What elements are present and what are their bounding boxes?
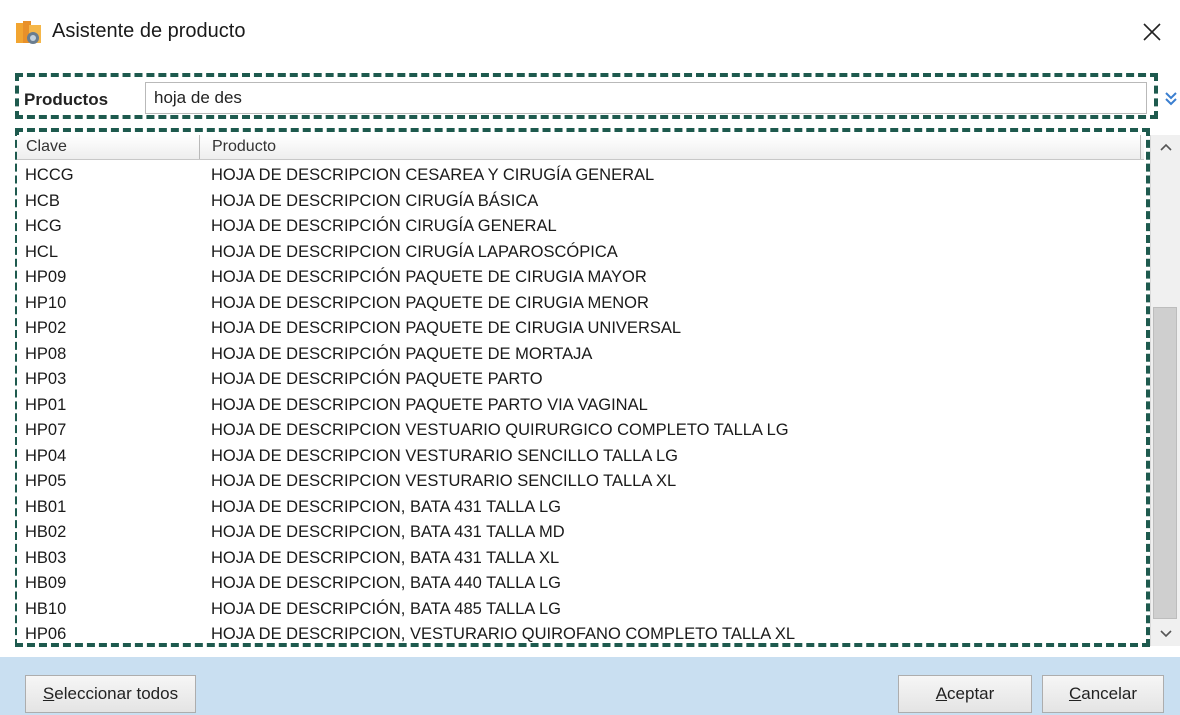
scroll-thumb[interactable] [1153, 307, 1177, 619]
title-bar: Asistente de producto [0, 0, 1180, 62]
cell-clave: HP05 [25, 472, 67, 490]
cell-clave: HB02 [25, 523, 67, 541]
cell-clave: HP07 [25, 421, 67, 439]
cell-producto: HOJA DE DESCRIPCION, BATA 431 TALLA XL [211, 548, 560, 567]
accept-button[interactable]: Aceptar [898, 675, 1032, 713]
cell-producto: HOJA DE DESCRIPCION VESTUARIO QUIRURGICO… [211, 421, 789, 439]
select-all-button[interactable]: Seleccionar todos [25, 675, 196, 713]
table-row[interactable]: HP05 HOJA DE DESCRIPCION VESTURARIO SENCI… [17, 469, 1144, 495]
table-row[interactable]: HB03 HOJA DE DESCRIPCION, BATA 431 TALLA … [17, 546, 1144, 572]
table-row[interactable]: HP10 HOJA DE DESCRIPCION PAQUETE DE CIRUG… [17, 291, 1144, 317]
cell-producto: HOJA DE DESCRIPCIÓN PAQUETE DE CIRUGIA M… [211, 268, 647, 286]
cell-producto: HOJA DE DESCRIPCIÓN PAQUETE DE MORTAJA [211, 344, 593, 363]
cell-clave: HP02 [25, 319, 67, 337]
table-row[interactable]: HB10 HOJA DE DESCRIPCIÓN, BATA 485 TALLA … [17, 597, 1144, 623]
scroll-down-icon [1160, 630, 1172, 638]
table-row[interactable]: HP07 HOJA DE DESCRIPCION VESTUARIO QUIRUR… [17, 418, 1144, 444]
cell-clave: HP03 [25, 370, 67, 388]
scroll-up-icon [1160, 143, 1172, 151]
cell-producto: HOJA DE DESCRIPCION CIRUGÍA LAPAROSCÓPIC… [211, 242, 618, 261]
table-row[interactable]: HP08 HOJA DE DESCRIPCIÓN PAQUETE DE MORTA… [17, 342, 1144, 368]
cell-producto: HOJA DE DESCRIPCION CIRUGÍA BÁSICA [211, 191, 539, 210]
table-row[interactable]: HP04 HOJA DE DESCRIPCION VESTURARIO SENCI… [17, 444, 1144, 470]
cell-producto: HOJA DE DESCRIPCION, BATA 431 TALLA LG [211, 497, 561, 516]
cancel-mnemonic: C [1068, 684, 1082, 703]
expand-chevrons-icon[interactable] [1163, 88, 1179, 110]
table-row[interactable]: HB02 HOJA DE DESCRIPCION, BATA 431 TALLA … [17, 520, 1144, 546]
accept-label: ceptar [947, 684, 995, 703]
app-icon [16, 21, 41, 44]
grid-rows: HCCG HOJA DE DESCRIPCION CESAREA Y CIRUGÍ… [17, 163, 1144, 643]
table-row[interactable]: HCB HOJA DE DESCRIPCION CIRUGÍA BÁSICA [17, 189, 1144, 215]
cell-producto: HOJA DE DESCRIPCION VESTURARIO SENCILLO … [211, 446, 679, 465]
table-row[interactable]: HP01 HOJA DE DESCRIPCION PAQUETE PARTO VI… [17, 393, 1144, 419]
cell-producto: HOJA DE DESCRIPCIÓN CIRUGÍA GENERAL [211, 217, 557, 235]
cell-clave: HB01 [25, 497, 67, 516]
select-all-label: eleccionar todos [54, 684, 179, 703]
cell-producto: HOJA DE DESCRIPCION CESAREA Y CIRUGÍA GE… [211, 166, 655, 184]
cell-clave: HCL [25, 242, 59, 261]
cell-clave: HP09 [25, 268, 67, 286]
cancel-label: ancelar [1081, 684, 1138, 703]
accept-mnemonic: A [935, 684, 948, 703]
cell-clave: HP10 [25, 293, 67, 312]
cell-producto: HOJA DE DESCRIPCIÓN PAQUETE PARTO [211, 370, 543, 388]
window-title: Asistente de producto [52, 20, 246, 42]
cell-clave: HB10 [25, 599, 67, 618]
cell-producto: HOJA DE DESCRIPCION, BATA 440 TALLA LG [211, 574, 561, 592]
cell-producto: HOJA DE DESCRIPCION, VESTURARIO QUIROFAN… [211, 625, 796, 643]
product-grid[interactable]: Clave Producto HCCG HOJA DE DESCRIPCION C… [17, 135, 1144, 643]
select-all-mnemonic: S [42, 684, 55, 703]
cell-producto: HOJA DE DESCRIPCION VESTURARIO SENCILLO … [211, 472, 677, 490]
cell-producto: HOJA DE DESCRIPCION PAQUETE DE CIRUGIA M… [211, 293, 649, 312]
column-header-producto[interactable]: Producto [200, 135, 1141, 159]
cell-clave: HP06 [25, 625, 67, 643]
table-row[interactable]: HP09 HOJA DE DESCRIPCIÓN PAQUETE DE CIRUG… [17, 265, 1144, 291]
cell-producto: HOJA DE DESCRIPCIÓN, BATA 485 TALLA LG [211, 599, 561, 618]
cell-clave: HCB [25, 191, 60, 210]
table-row[interactable]: HP03 HOJA DE DESCRIPCIÓN PAQUETE PARTO [17, 367, 1144, 393]
table-row[interactable]: HCL HOJA DE DESCRIPCION CIRUGÍA LAPAROSCÓ… [17, 240, 1144, 266]
search-label: Productos [24, 90, 109, 109]
cell-clave: HB09 [25, 574, 67, 592]
cell-clave: HP01 [25, 395, 67, 414]
table-row[interactable]: HP02 HOJA DE DESCRIPCION PAQUETE DE CIRUG… [17, 316, 1144, 342]
column-header-clave[interactable]: Clave [17, 135, 200, 159]
table-row[interactable]: HCCG HOJA DE DESCRIPCION CESAREA Y CIRUGÍ… [17, 163, 1144, 189]
cancel-button[interactable]: Cancelar [1042, 675, 1164, 713]
cell-clave: HB03 [25, 548, 67, 567]
cell-clave: HP08 [25, 344, 67, 363]
close-button[interactable] [1134, 14, 1170, 50]
table-row[interactable]: HP06 HOJA DE DESCRIPCION, VESTURARIO QUIR… [17, 622, 1144, 643]
cell-producto: HOJA DE DESCRIPCION PAQUETE PARTO VIA VA… [211, 395, 648, 414]
cell-producto: HOJA DE DESCRIPCION, BATA 431 TALLA MD [211, 523, 565, 541]
table-row[interactable]: HB09 HOJA DE DESCRIPCION, BATA 440 TALLA … [17, 571, 1144, 597]
cell-clave: HCCG [25, 166, 74, 184]
cell-clave: HCG [25, 217, 62, 235]
table-row[interactable]: HB01 HOJA DE DESCRIPCION, BATA 431 TALLA … [17, 495, 1144, 521]
cell-producto: HOJA DE DESCRIPCION PAQUETE DE CIRUGIA U… [211, 319, 682, 337]
cell-clave: HP04 [25, 446, 67, 465]
vertical-scrollbar[interactable] [1150, 135, 1180, 646]
close-icon [1143, 23, 1161, 41]
scroll-down-button[interactable] [1153, 622, 1179, 646]
scroll-up-button[interactable] [1153, 135, 1179, 159]
table-row[interactable]: HCG HOJA DE DESCRIPCIÓN CIRUGÍA GENERAL [17, 214, 1144, 240]
grid-header: Clave Producto [17, 135, 1144, 160]
search-input[interactable] [145, 82, 1147, 114]
